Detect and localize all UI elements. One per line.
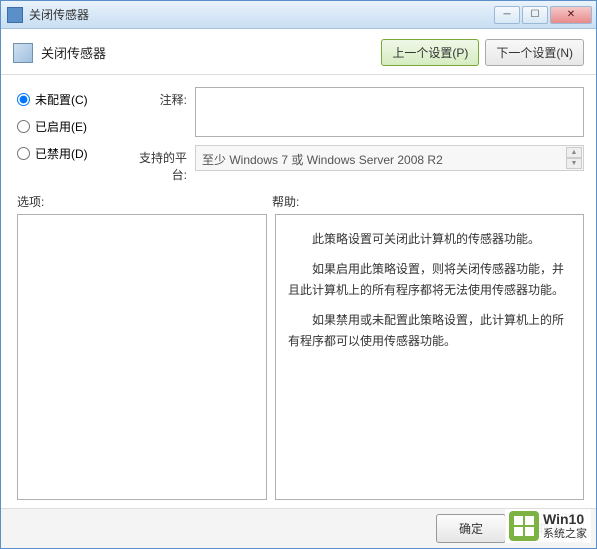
window-controls: ─ ☐ ✕ [494, 6, 592, 24]
previous-setting-button[interactable]: 上一个设置(P) [381, 39, 479, 66]
panels-row: 此策略设置可关闭此计算机的传感器功能。 如果启用此策略设置，则将关闭传感器功能，… [1, 214, 596, 508]
radio-not-configured[interactable]: 未配置(C) [17, 91, 107, 108]
help-paragraph: 如果启用此策略设置，则将关闭传感器功能，并且此计算机上的所有程序都将无法使用传感… [288, 259, 571, 302]
policy-title: 关闭传感器 [41, 43, 381, 62]
policy-editor-window: 关闭传感器 ─ ☐ ✕ 关闭传感器 上一个设置(P) 下一个设置(N) 未配置(… [0, 0, 597, 549]
watermark-line1: Win10 [543, 511, 587, 528]
comment-label: 注释: [127, 87, 187, 108]
scroll-up-icon[interactable]: ▲ [566, 147, 582, 158]
help-paragraph: 如果禁用或未配置此策略设置，此计算机上的所有程序都可以使用传感器功能。 [288, 310, 571, 353]
platform-value: 至少 Windows 7 或 Windows Server 2008 R2 [202, 153, 443, 167]
panels-header: 选项: 帮助: [1, 191, 596, 214]
state-radio-group: 未配置(C) 已启用(E) 已禁用(D) [17, 87, 107, 183]
platform-value-box: 至少 Windows 7 或 Windows Server 2008 R2 ▲ … [195, 145, 584, 171]
watermark-line2: 系统之家 [543, 528, 587, 541]
watermark: Win10 系统之家 [505, 509, 591, 543]
titlebar: 关闭传感器 ─ ☐ ✕ [1, 1, 596, 29]
radio-disabled[interactable]: 已禁用(D) [17, 145, 107, 162]
ok-button[interactable]: 确定 [436, 514, 506, 543]
help-paragraph: 此策略设置可关闭此计算机的传感器功能。 [288, 229, 571, 251]
scroll-down-icon[interactable]: ▼ [566, 158, 582, 169]
close-button[interactable]: ✕ [550, 6, 592, 24]
window-title: 关闭传感器 [29, 6, 494, 23]
comment-input[interactable] [195, 87, 584, 137]
platform-label: 支持的平台: [127, 145, 187, 183]
radio-enabled-label: 已启用(E) [35, 118, 87, 135]
header-section: 关闭传感器 上一个设置(P) 下一个设置(N) [1, 29, 596, 75]
config-section: 未配置(C) 已启用(E) 已禁用(D) 注释: 支持的平台: 至少 Windo… [1, 75, 596, 191]
minimize-button[interactable]: ─ [494, 6, 520, 24]
app-icon [7, 7, 23, 23]
radio-not-configured-input[interactable] [17, 93, 30, 106]
maximize-button[interactable]: ☐ [522, 6, 548, 24]
platform-scroll[interactable]: ▲ ▼ [566, 147, 582, 169]
help-panel-label: 帮助: [272, 193, 584, 210]
radio-disabled-input[interactable] [17, 147, 30, 160]
next-setting-button[interactable]: 下一个设置(N) [485, 39, 584, 66]
watermark-logo-icon [509, 511, 539, 541]
radio-enabled[interactable]: 已启用(E) [17, 118, 107, 135]
options-panel-label: 选项: [17, 193, 272, 210]
radio-disabled-label: 已禁用(D) [35, 145, 88, 162]
options-panel [17, 214, 267, 500]
policy-icon [13, 43, 33, 63]
help-panel: 此策略设置可关闭此计算机的传感器功能。 如果启用此策略设置，则将关闭传感器功能，… [275, 214, 584, 500]
radio-enabled-input[interactable] [17, 120, 30, 133]
radio-not-configured-label: 未配置(C) [35, 91, 88, 108]
